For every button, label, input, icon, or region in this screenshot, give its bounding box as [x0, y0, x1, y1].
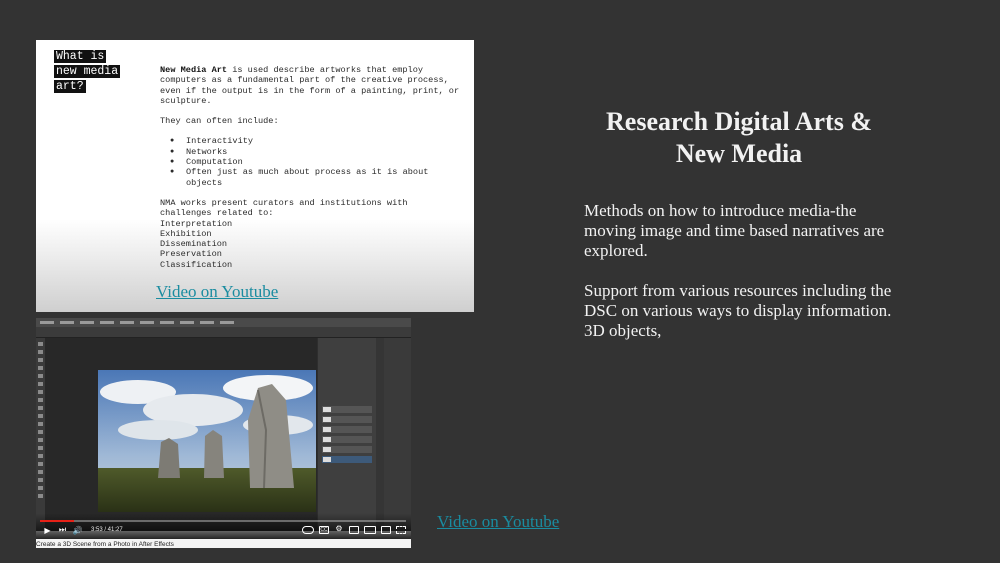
doc-heading: What is new media art?	[54, 49, 126, 94]
doc-challenges-intro: NMA works present curators and instituti…	[160, 197, 408, 219]
youtube-link-document[interactable]: Video on Youtube	[156, 282, 278, 302]
cast-icon[interactable]	[381, 526, 391, 534]
doc-challenge-item: Exhibition	[160, 228, 212, 239]
slide-paragraph-methods: Methods on how to introduce media-the mo…	[584, 201, 885, 260]
doc-challenge-item: Dissemination	[160, 239, 228, 250]
subtitles-icon[interactable]: CC	[319, 526, 329, 534]
doc-body: New Media Art is used describe artworks …	[160, 65, 460, 270]
fullscreen-icon[interactable]	[396, 526, 406, 534]
next-icon[interactable]: ⏭	[57, 525, 68, 535]
doc-list-intro: They can often include:	[160, 116, 279, 127]
youtube-progress-bar[interactable]	[40, 520, 406, 522]
standing-stones-photo	[98, 370, 316, 512]
play-icon[interactable]: ▶	[42, 525, 53, 535]
youtube-controls: ▶ ⏭ 🔊 3:53 / 41:27 CC ⚙	[42, 524, 406, 536]
doc-bullet-item: Computation	[170, 157, 460, 168]
doc-intro: New Media Art is used describe artworks …	[160, 65, 460, 106]
doc-heading-line: What is	[54, 50, 107, 63]
doc-challenge-item: Interpretation	[160, 218, 233, 229]
doc-heading-line: new media	[54, 65, 121, 78]
doc-bullet-item: Networks	[170, 147, 460, 158]
youtube-progress-fill	[40, 520, 75, 522]
photoshop-screenshot	[36, 318, 411, 531]
photoshop-menubar	[36, 318, 411, 327]
doc-bullet-item: Often just as much about process as it i…	[170, 167, 460, 188]
miniplayer-icon[interactable]	[349, 526, 359, 534]
doc-intro-bold: New Media Art	[160, 65, 228, 75]
doc-bullet-list: Interactivity Networks Computation Often…	[160, 136, 460, 187]
doc-challenge-item: Classification	[160, 259, 233, 270]
slide-title: Research Digital Arts & New Media	[606, 107, 872, 168]
photoshop-layers-panel	[318, 338, 376, 531]
photoshop-toolbar	[36, 338, 45, 531]
doc-bullet-item: Interactivity	[170, 136, 460, 147]
doc-challenge-item: Preservation	[160, 249, 222, 260]
photoshop-properties-panel	[384, 338, 411, 531]
video-time: 3:53 / 41:27	[91, 527, 123, 533]
video-thumbnail[interactable]: ▶ ⏭ 🔊 3:53 / 41:27 CC ⚙ Create a 3D Scen…	[36, 318, 411, 548]
theater-icon[interactable]	[364, 526, 376, 534]
photoshop-panel-icons	[376, 338, 384, 531]
youtube-link-video[interactable]: Video on Youtube	[437, 512, 559, 532]
video-caption: Create a 3D Scene from a Photo in After …	[36, 541, 174, 548]
settings-icon[interactable]: ⚙	[334, 525, 344, 534]
volume-icon[interactable]: 🔊	[72, 525, 83, 535]
photoshop-options-bar	[36, 327, 411, 338]
document-image: What is new media art? New Media Art is …	[36, 40, 474, 312]
doc-heading-line: art?	[54, 80, 86, 93]
slide-paragraph-support: Support from various resources including…	[584, 281, 892, 340]
autoplay-toggle-icon[interactable]	[302, 526, 314, 534]
